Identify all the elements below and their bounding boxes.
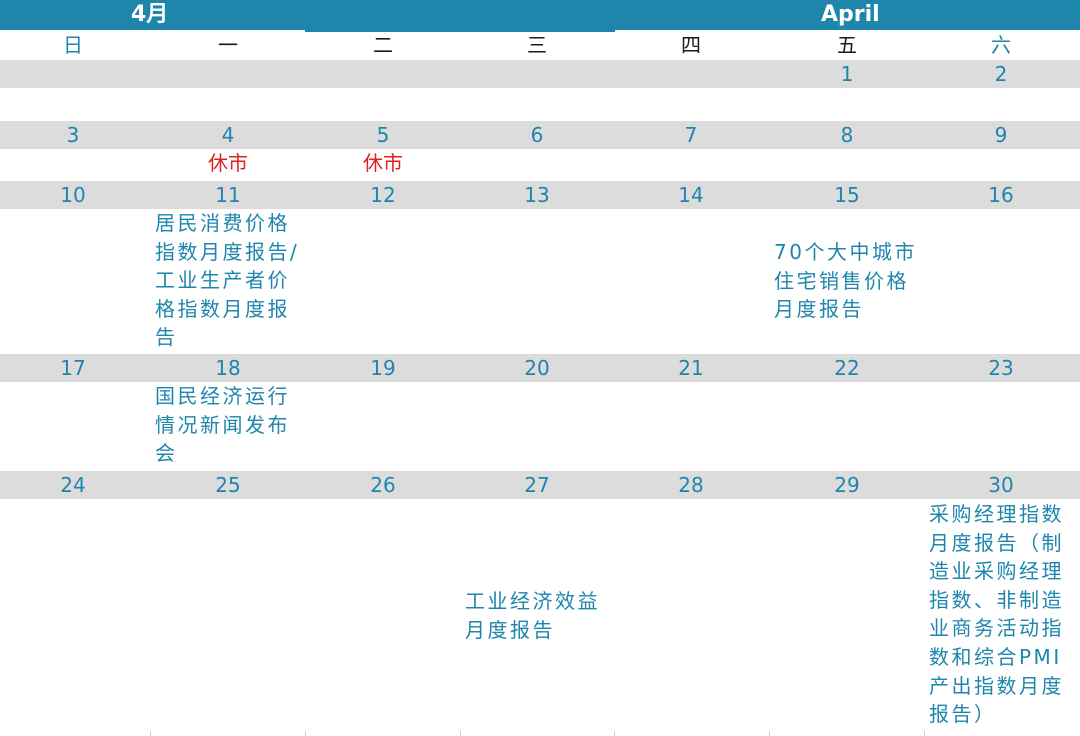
date-cell[interactable]: 16 (924, 181, 1078, 209)
column-tick (305, 731, 306, 736)
date-cell[interactable]: 10 (0, 181, 150, 209)
weekday-wed: 三 (527, 33, 547, 57)
date-cell[interactable]: 9 (924, 121, 1078, 149)
date-cell[interactable]: 29 (770, 471, 924, 499)
week-band: 17 18 19 20 21 22 23 (0, 354, 1080, 382)
week-band: 1 2 (0, 60, 1080, 88)
date-cell[interactable]: 26 (306, 471, 460, 499)
weekday-row: 日 一 二 三 四 五 六 (0, 30, 1080, 60)
holiday-label: 休市 (363, 151, 403, 175)
week-band: 10 11 12 13 14 15 16 (0, 181, 1080, 209)
month-title-en: April (821, 2, 880, 27)
date-cell[interactable] (614, 60, 768, 88)
event-housing-price-report[interactable]: 70个大中城市住宅销售价格月度报告 (774, 238, 924, 324)
week-band: 24 25 26 27 28 29 30 (0, 471, 1080, 499)
date-cell[interactable]: 12 (306, 181, 460, 209)
event-industrial-profit-report[interactable]: 工业经济效益月度报告 (465, 587, 615, 644)
event-cpi-ppi-report[interactable]: 居民消费价格指数月度报告/工业生产者价格指数月度报告 (155, 209, 305, 352)
date-cell[interactable]: 23 (924, 354, 1078, 382)
date-cell[interactable]: 17 (0, 354, 150, 382)
date-cell[interactable]: 4 (151, 121, 305, 149)
date-cell[interactable]: 1 (770, 60, 924, 88)
event-economy-press-conference[interactable]: 国民经济运行情况新闻发布会 (155, 382, 305, 468)
date-cell[interactable]: 3 (0, 121, 150, 149)
date-cell[interactable]: 2 (924, 60, 1078, 88)
date-cell[interactable]: 15 (770, 181, 924, 209)
date-cell[interactable]: 14 (614, 181, 768, 209)
column-tick (150, 731, 151, 736)
date-cell[interactable]: 7 (614, 121, 768, 149)
date-cell[interactable]: 24 (0, 471, 150, 499)
weekday-mon: 一 (218, 33, 238, 57)
column-tick (769, 731, 770, 736)
date-cell[interactable]: 25 (151, 471, 305, 499)
event-pmi-report[interactable]: 采购经理指数月度报告（制造业采购经理指数、非制造业商务活动指数和综合PMI产出指… (929, 500, 1079, 729)
weekday-thu: 四 (681, 33, 701, 57)
holiday-label: 休市 (208, 151, 248, 175)
date-cell[interactable] (151, 60, 305, 88)
weekday-tue: 二 (373, 33, 393, 57)
date-cell[interactable] (306, 60, 460, 88)
date-cell[interactable]: 30 (924, 471, 1078, 499)
date-cell[interactable]: 5 (306, 121, 460, 149)
date-cell[interactable]: 6 (460, 121, 614, 149)
date-cell[interactable]: 13 (460, 181, 614, 209)
date-cell[interactable]: 28 (614, 471, 768, 499)
date-cell[interactable] (460, 60, 614, 88)
date-cell[interactable]: 8 (770, 121, 924, 149)
weekday-sat: 六 (991, 33, 1011, 57)
date-cell[interactable]: 18 (151, 354, 305, 382)
week-band: 3 4 5 6 7 8 9 (0, 121, 1080, 149)
column-tick (460, 731, 461, 736)
column-tick (614, 731, 615, 736)
date-cell[interactable]: 21 (614, 354, 768, 382)
date-cell[interactable]: 22 (770, 354, 924, 382)
column-tick (924, 731, 925, 736)
date-cell[interactable]: 11 (151, 181, 305, 209)
weekday-sun: 日 (63, 33, 83, 57)
date-cell[interactable]: 20 (460, 354, 614, 382)
date-cell[interactable] (0, 60, 150, 88)
date-cell[interactable]: 19 (306, 354, 460, 382)
date-cell[interactable]: 27 (460, 471, 614, 499)
month-title-cn: 4月 (131, 2, 169, 27)
weekday-fri: 五 (837, 33, 857, 57)
